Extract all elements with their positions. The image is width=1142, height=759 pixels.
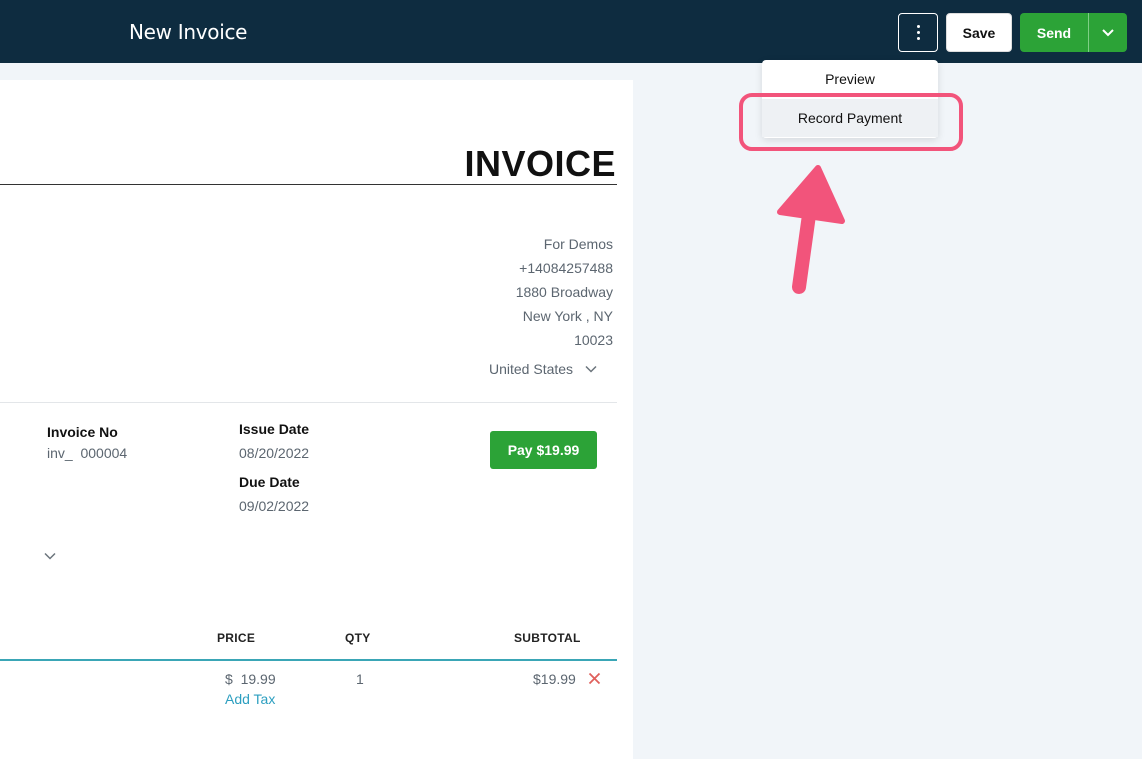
address-state: NY — [593, 308, 613, 324]
due-date-field[interactable]: 09/02/2022 — [239, 498, 309, 514]
item-price-field[interactable]: $ 19.99 — [225, 671, 276, 687]
sender-address: For Demos +14084257488 1880 Broadway New… — [516, 232, 613, 352]
currency-symbol: $ — [225, 671, 233, 687]
column-header-qty: QTY — [345, 631, 371, 645]
chevron-down-icon — [585, 365, 597, 373]
item-qty-field[interactable]: 1 — [356, 671, 364, 687]
divider — [0, 184, 617, 185]
due-date-label: Due Date — [239, 474, 300, 490]
address-city: New York — [522, 308, 582, 324]
invoice-document: INVOICE For Demos +14084257488 1880 Broa… — [0, 80, 633, 759]
close-icon[interactable] — [588, 672, 601, 685]
invoice-heading: INVOICE — [464, 143, 616, 184]
add-tax-link[interactable]: Add Tax — [225, 691, 275, 707]
invoice-no-prefix: inv_ — [47, 445, 73, 461]
pay-button[interactable]: Pay $19.99 — [490, 431, 597, 469]
table-header-rule — [0, 659, 617, 661]
item-price: 19.99 — [240, 671, 276, 687]
invoice-no-field[interactable]: inv_ 000004 — [47, 445, 127, 461]
send-options-button[interactable] — [1089, 13, 1127, 52]
divider — [0, 402, 617, 403]
send-button[interactable]: Send — [1020, 13, 1088, 52]
kebab-dot — [917, 31, 920, 34]
arrow-annotation — [777, 165, 845, 294]
issue-date-label: Issue Date — [239, 421, 310, 437]
kebab-dot — [917, 25, 920, 28]
address-phone: +14084257488 — [519, 260, 613, 276]
page-title: New Invoice — [129, 20, 248, 44]
address-zip: 10023 — [574, 332, 613, 348]
address-city-line: New York , NY — [522, 308, 613, 324]
kebab-dot — [917, 37, 920, 40]
chevron-down-icon — [1102, 28, 1114, 36]
invoice-no-label: Invoice No — [47, 424, 118, 440]
column-header-subtotal: SUBTOTAL — [514, 631, 581, 645]
more-options-button[interactable] — [898, 13, 938, 52]
issue-date-field[interactable]: 08/20/2022 — [239, 445, 309, 461]
column-header-price: PRICE — [217, 631, 256, 645]
send-button-group: Send — [1020, 13, 1127, 52]
address-street: 1880 Broadway — [515, 284, 613, 300]
country-select[interactable]: United States — [489, 361, 597, 377]
chevron-down-icon[interactable] — [44, 552, 56, 560]
country-value: United States — [489, 361, 574, 377]
address-name: For Demos — [543, 236, 613, 252]
highlight-annotation — [739, 93, 963, 151]
top-bar: New Invoice Save Send — [0, 0, 1142, 63]
invoice-no-value: 000004 — [80, 445, 128, 461]
item-subtotal: $19.99 — [533, 671, 576, 687]
save-button[interactable]: Save — [946, 13, 1012, 52]
